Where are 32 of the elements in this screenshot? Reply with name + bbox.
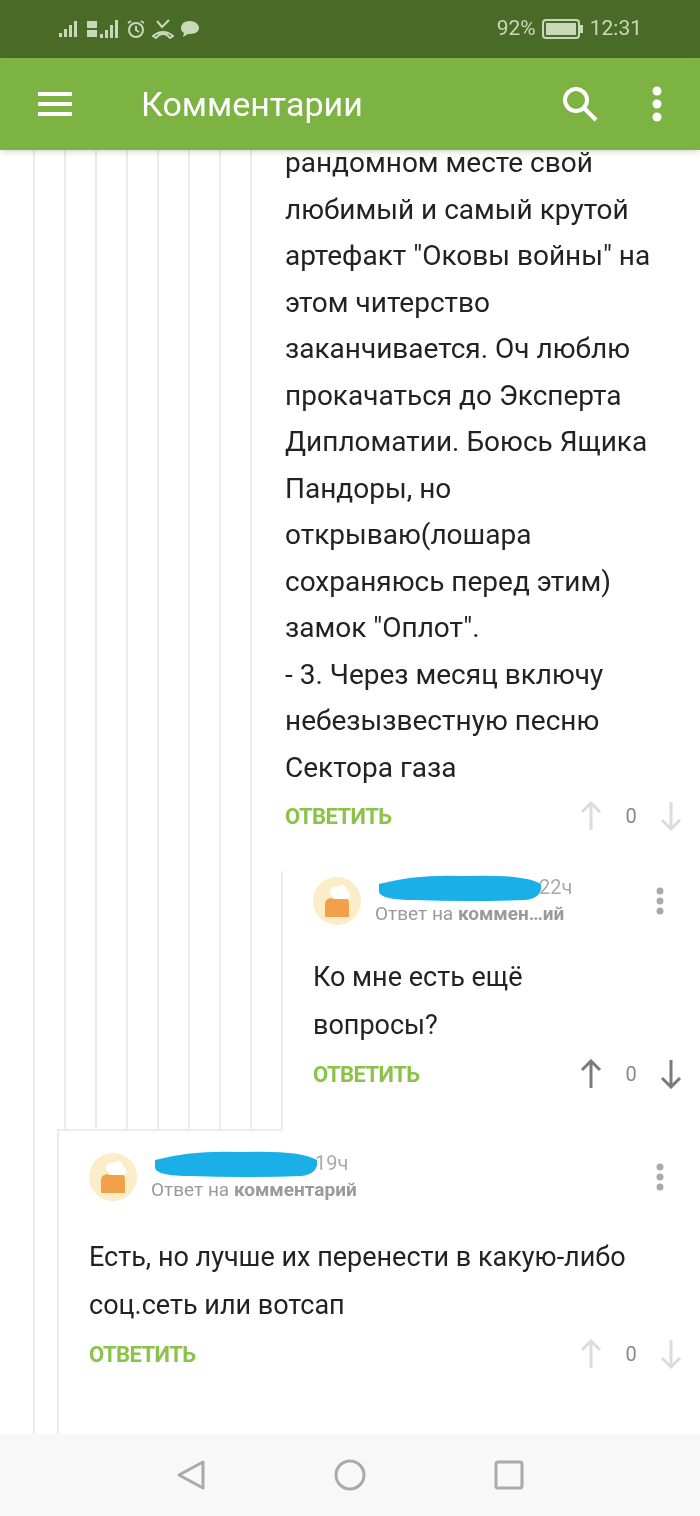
network-signal-icon	[86, 19, 120, 39]
more-options-icon[interactable]	[656, 1163, 664, 1191]
reply-to-label: Ответ на коммен…ий	[375, 900, 566, 927]
menu-icon[interactable]	[38, 91, 72, 117]
reply-to-label: Ответ на комментарий	[151, 1176, 358, 1203]
comment-time: 22ч	[539, 873, 573, 901]
comment-text: Есть, но лучше их перенести в какую-либо соц.сеть или вотсап	[89, 1240, 627, 1323]
avatar-icon	[89, 1153, 137, 1201]
signal-icon	[58, 20, 80, 38]
reply-button[interactable]: ОТВЕТИТЬ	[89, 1337, 196, 1371]
battery-icon	[541, 19, 584, 39]
avatar-icon	[313, 877, 361, 925]
reply-button[interactable]: ОТВЕТИТЬ	[313, 1057, 420, 1091]
more-options-icon[interactable]	[656, 887, 664, 915]
recent-apps-icon[interactable]	[494, 1460, 524, 1490]
more-options-icon[interactable]	[652, 86, 662, 122]
app-bar-title: Комментарии	[141, 82, 363, 126]
battery-percent: 92%	[496, 15, 536, 43]
clock-time: 12:31	[589, 15, 642, 43]
comment-time: 19ч	[315, 1149, 349, 1177]
reply-button[interactable]: ОТВЕТИТЬ	[285, 799, 392, 833]
vote-score: 0	[624, 803, 638, 830]
search-icon[interactable]	[562, 86, 598, 122]
vote-score: 0	[624, 1061, 638, 1088]
vote-score: 0	[624, 1341, 638, 1368]
comment-text: Ко мне есть ещё вопросы?	[313, 960, 524, 1043]
comment-text: рандомном месте свой любимый и самый крутой артефакт "Оковы войны" на этом читерство заканчивается. Оч люблю прокачаться до Эксперта Дипломатии. Боюсь Ящика Пандоры, но открываю(лошара сохраняюсь перед этим) замок "Оплот". - 3. Через месяц включу небезызвестную песню Сектора газа	[284, 150, 652, 786]
alarm-icon	[126, 19, 146, 39]
home-icon[interactable]	[334, 1459, 366, 1491]
message-icon	[180, 20, 200, 38]
missed-call-icon	[152, 19, 174, 39]
back-icon[interactable]	[176, 1459, 206, 1491]
